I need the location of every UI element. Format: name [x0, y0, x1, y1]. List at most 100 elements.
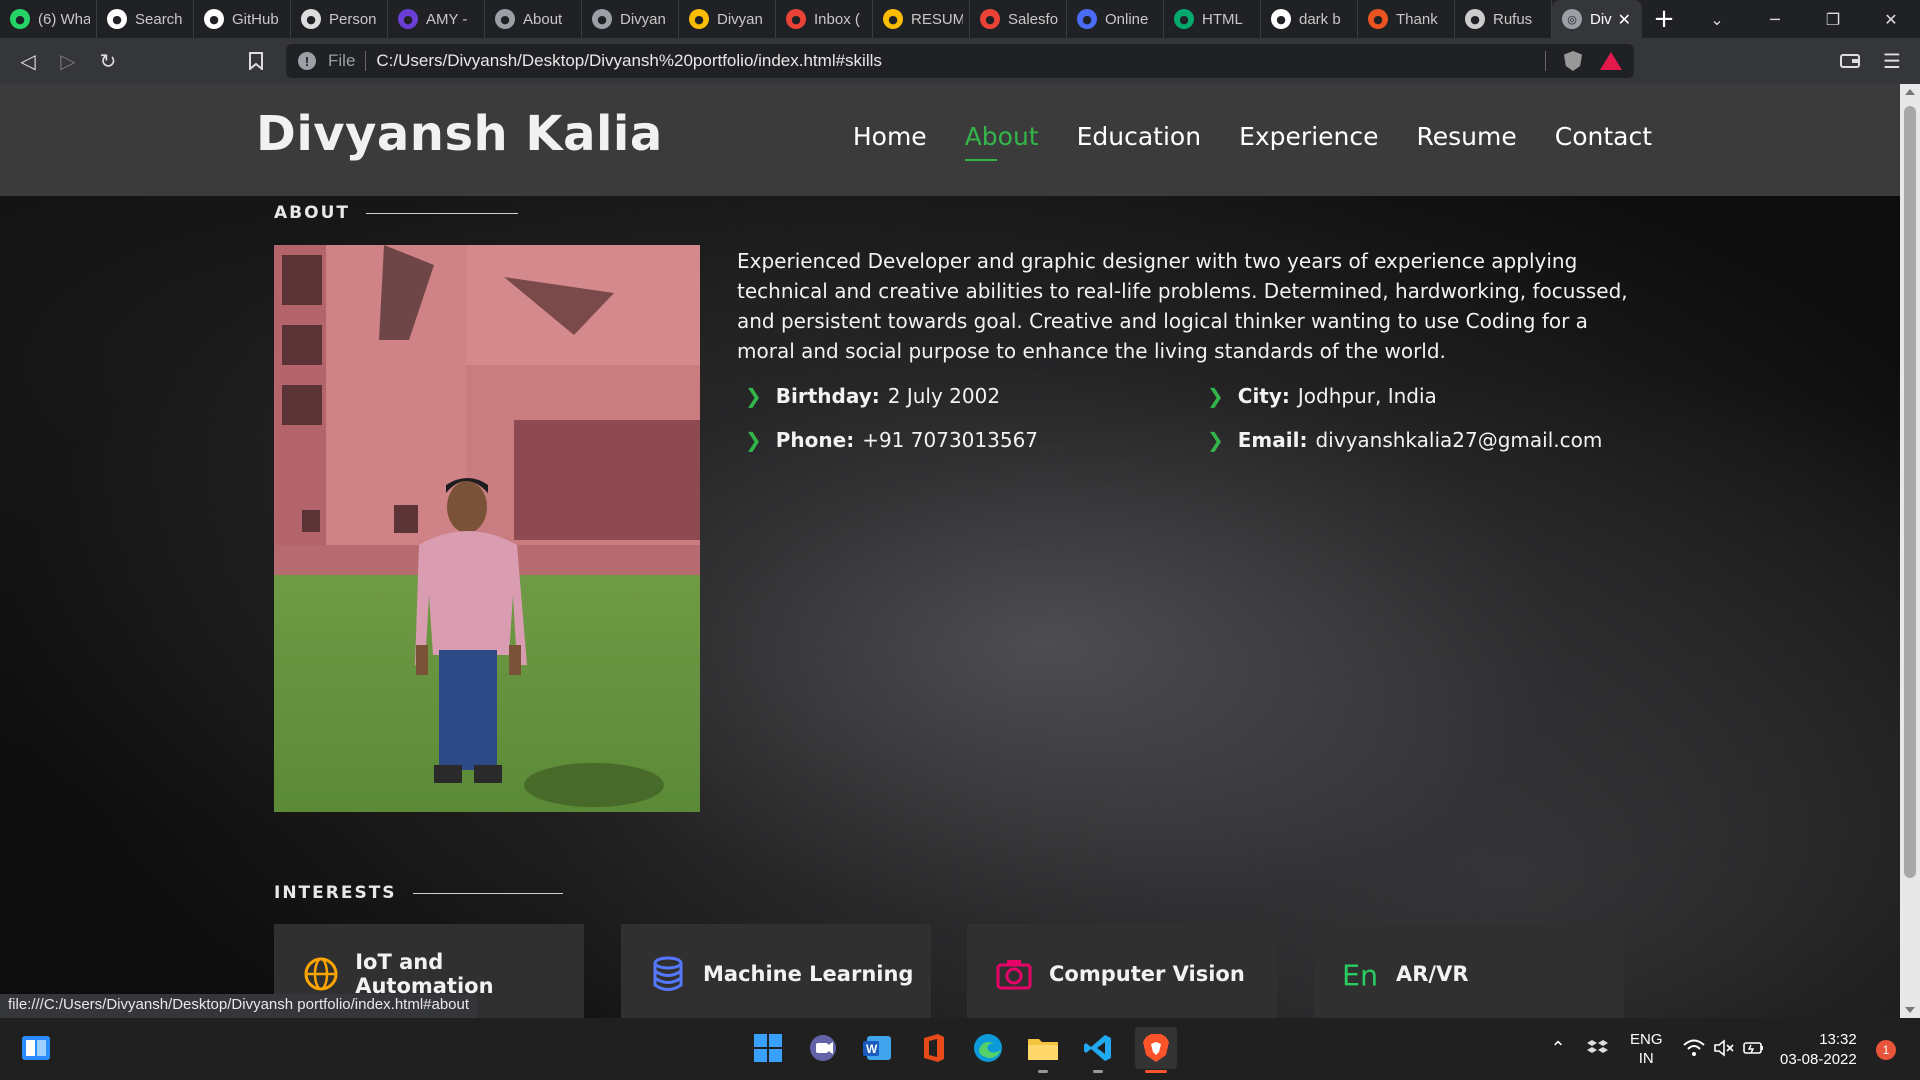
minimize-window-button[interactable]: ─ — [1746, 0, 1804, 38]
tab-10[interactable]: ● Salesfo — [970, 0, 1067, 38]
tab-label: About — [523, 10, 563, 28]
fact-key: Email: — [1237, 428, 1308, 452]
tab-4[interactable]: ● AMY - — [388, 0, 485, 38]
tab-7[interactable]: ● Divyan — [679, 0, 776, 38]
nav-item-about[interactable]: About — [964, 122, 1039, 161]
file-explorer-icon[interactable] — [1025, 1030, 1061, 1066]
database-icon — [649, 955, 687, 993]
url-text[interactable]: C:/Users/Divyansh/Desktop/Divyansh%20por… — [376, 51, 881, 71]
brave-browser-icon[interactable] — [1135, 1027, 1177, 1069]
interest-card-2[interactable]: Computer Vision — [967, 924, 1277, 1018]
tab-3[interactable]: ● Person — [291, 0, 388, 38]
restore-window-button[interactable]: ❐ — [1804, 0, 1862, 38]
fact-city: ❯ City: Jodhpur, India — [1199, 384, 1437, 408]
tab-8[interactable]: ● Inbox ( — [776, 0, 873, 38]
dropbox-icon[interactable] — [1580, 1030, 1616, 1066]
teams-chat-icon[interactable] — [805, 1030, 841, 1066]
close-tab-icon[interactable]: ✕ — [1618, 10, 1631, 29]
title-rule — [365, 212, 518, 214]
tab-11[interactable]: ● Online — [1067, 0, 1164, 38]
nav-item-contact[interactable]: Contact — [1555, 122, 1652, 151]
menu-icon[interactable]: ☰ — [1872, 41, 1912, 81]
tab-1[interactable]: ● Search — [97, 0, 194, 38]
clock[interactable]: 13:32 03-08-2022 — [1780, 1030, 1857, 1070]
interests-section-title: INTERESTS — [274, 883, 563, 903]
tab-label: Person — [329, 10, 377, 28]
page-scrollbar[interactable] — [1900, 84, 1920, 1018]
fact-key: City: — [1237, 384, 1290, 408]
brave-rewards-icon[interactable] — [1600, 52, 1622, 70]
address-bar[interactable]: ! File C:/Users/Divyansh/Desktop/Divyans… — [286, 44, 1634, 78]
word-icon[interactable]: W — [860, 1030, 896, 1066]
tab-0[interactable]: ● (6) Wha — [0, 0, 97, 38]
gmail-icon: ● — [786, 9, 806, 29]
tab-15[interactable]: ● Rufus — [1455, 0, 1552, 38]
fact-value: +91 7073013567 — [862, 428, 1039, 452]
chevron-right-icon: ❯ — [745, 428, 762, 452]
page-viewport: Divyansh Kalia Home About Education Experie… — [0, 84, 1900, 1018]
scrollbar-thumb[interactable] — [1904, 106, 1916, 878]
lang-code: ENG — [1630, 1031, 1663, 1048]
back-button[interactable]: ◁ — [8, 41, 48, 81]
brave-shield-icon[interactable] — [1564, 51, 1582, 71]
nav-item-experience[interactable]: Experience — [1239, 122, 1378, 151]
active-indicator — [1145, 1070, 1167, 1073]
google-icon: ● — [1271, 9, 1291, 29]
site-info-icon[interactable]: ! — [298, 52, 316, 70]
tab-label: Divyan — [717, 10, 763, 28]
site-nav: Home About Education Experience Resume Contac… — [853, 122, 1652, 161]
wallet-icon[interactable] — [1830, 41, 1870, 81]
new-tab-button[interactable]: + — [1642, 0, 1686, 38]
interest-card-3[interactable]: En AR/VR — [1314, 924, 1624, 1018]
region-code: IN — [1638, 1050, 1654, 1067]
show-hidden-icons-chevron-icon[interactable]: ⌃ — [1540, 1030, 1576, 1066]
tab-label: Divyan — [620, 10, 666, 28]
interest-card-1[interactable]: Machine Learning — [621, 924, 931, 1018]
title-rule — [412, 892, 563, 894]
fact-phone: ❯ Phone: +91 7073013567 — [737, 428, 1038, 452]
w3schools-icon: ● — [1174, 9, 1194, 29]
online-icon: ● — [1077, 9, 1097, 29]
browser-toolbar: ◁ ▷ ↻ ! File C:/Users/Divyansh/Desktop/D… — [0, 38, 1920, 84]
forward-button[interactable]: ▷ — [48, 41, 88, 81]
tab-search-chevron-icon[interactable]: ⌄ — [1688, 0, 1746, 38]
tab-2[interactable]: ● GitHub — [194, 0, 291, 38]
site-logo[interactable]: Divyansh Kalia — [256, 106, 663, 162]
nav-item-education[interactable]: Education — [1077, 122, 1201, 151]
nav-item-home[interactable]: Home — [853, 122, 927, 151]
tab-active-portfolio[interactable]: ◎ Div ✕ — [1552, 0, 1642, 38]
reload-button[interactable]: ↻ — [88, 41, 128, 81]
tab-12[interactable]: ● HTML — [1164, 0, 1261, 38]
usb-icon: ● — [1465, 9, 1485, 29]
tab-13[interactable]: ● dark b — [1261, 0, 1358, 38]
divider — [1545, 51, 1546, 71]
github-icon: ● — [107, 9, 127, 29]
gmail-icon: ● — [980, 9, 1000, 29]
close-window-button[interactable]: ✕ — [1862, 0, 1920, 38]
battery-icon[interactable] — [1736, 1030, 1772, 1066]
scroll-down-arrow-icon[interactable] — [1905, 1007, 1915, 1013]
edge-icon[interactable] — [970, 1030, 1006, 1066]
about-section-title: ABOUT — [274, 203, 518, 223]
interest-label: AR/VR — [1396, 962, 1469, 986]
tab-9[interactable]: ● RESUM — [873, 0, 970, 38]
language-indicator[interactable]: ENG IN — [1630, 1030, 1663, 1068]
notification-badge[interactable]: 1 — [1876, 1040, 1896, 1060]
fact-value: 2 July 2002 — [887, 384, 1001, 408]
start-icon[interactable] — [750, 1030, 786, 1066]
nav-item-resume[interactable]: Resume — [1417, 122, 1517, 151]
vscode-icon[interactable] — [1080, 1030, 1116, 1066]
amy-icon: ● — [398, 9, 418, 29]
tab-5[interactable]: ● About — [485, 0, 582, 38]
office-icon[interactable] — [915, 1030, 951, 1066]
running-indicator — [1093, 1070, 1103, 1073]
scroll-up-arrow-icon[interactable] — [1905, 89, 1915, 95]
language-icon: En — [1342, 955, 1380, 993]
widgets-icon[interactable] — [18, 1030, 54, 1066]
tab-label: RESUM — [911, 10, 963, 28]
globe-icon — [302, 955, 339, 993]
globe-icon: ● — [495, 9, 515, 29]
bookmark-icon[interactable] — [236, 41, 276, 81]
tab-14[interactable]: ● Thank — [1358, 0, 1455, 38]
tab-6[interactable]: ● Divyan — [582, 0, 679, 38]
